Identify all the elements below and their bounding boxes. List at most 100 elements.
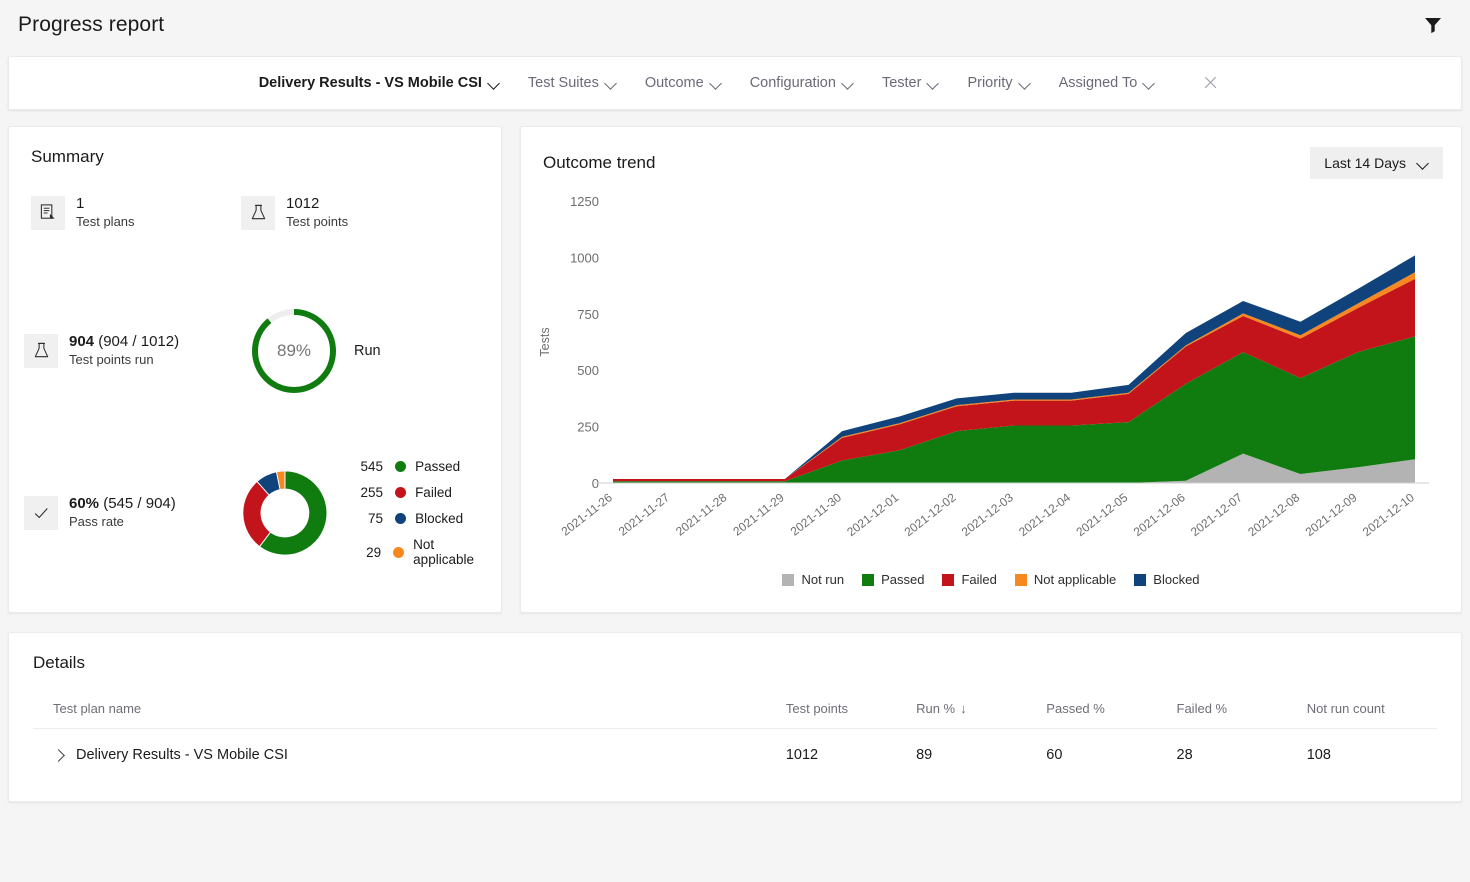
chevron-down-icon bbox=[843, 78, 854, 89]
legend-item-passed: 545 Passed bbox=[349, 459, 494, 474]
run-gauge: 89% bbox=[248, 305, 340, 397]
trend-legend-failed-swatch bbox=[942, 574, 954, 586]
column-header-test-points-label: Test points bbox=[786, 701, 848, 716]
filter-tester[interactable]: Tester bbox=[868, 69, 954, 97]
filter-tester-label: Tester bbox=[882, 75, 922, 91]
details-title: Details bbox=[33, 653, 1437, 673]
x-axis-tick-2021-12-03: 2021-12-03 bbox=[959, 490, 1016, 539]
chevron-right-icon[interactable] bbox=[53, 750, 64, 761]
filter-test-plan[interactable]: Delivery Results - VS Mobile CSI bbox=[245, 69, 514, 97]
close-icon[interactable] bbox=[1195, 68, 1225, 98]
x-axis-tick-2021-12-04: 2021-12-04 bbox=[1016, 490, 1073, 539]
page-header: Progress report bbox=[0, 0, 1470, 50]
chevron-down-icon bbox=[1144, 78, 1155, 89]
stat-test-points-label: Test points bbox=[286, 214, 348, 231]
run-gauge-label: Run bbox=[354, 343, 381, 359]
column-header-run-pct[interactable]: Run % ↓ bbox=[916, 695, 1046, 729]
cell-failed-pct: 28 bbox=[1177, 729, 1307, 772]
stat-test-plans-label: Test plans bbox=[76, 214, 135, 231]
column-header-test-points[interactable]: Test points bbox=[786, 695, 916, 729]
run-gauge-percent: 89% bbox=[248, 305, 340, 397]
chevron-down-icon bbox=[711, 78, 722, 89]
checkmark-icon bbox=[24, 496, 58, 530]
filter-configuration[interactable]: Configuration bbox=[736, 69, 868, 97]
stat-pass-rate-detail: (545 / 904) bbox=[103, 495, 176, 512]
filter-items: Delivery Results - VS Mobile CSI Test Su… bbox=[245, 68, 1226, 98]
stat-test-points-value: 1012 bbox=[286, 195, 348, 214]
legend-passed-swatch bbox=[395, 461, 406, 472]
column-header-test-plan-name-label: Test plan name bbox=[53, 701, 141, 716]
legend-blocked-label: Blocked bbox=[415, 511, 463, 526]
trend-legend-not-run[interactable]: Not run bbox=[782, 572, 844, 587]
filter-outcome[interactable]: Outcome bbox=[631, 69, 736, 97]
date-range-label: Last 14 Days bbox=[1324, 155, 1406, 171]
filter-test-suites[interactable]: Test Suites bbox=[514, 69, 631, 97]
x-axis-tick-2021-12-07: 2021-12-07 bbox=[1188, 490, 1245, 539]
cell-passed-pct: 60 bbox=[1046, 729, 1176, 772]
outcome-donut-group: 545 Passed 255 Failed 75 Blocked bbox=[239, 459, 494, 567]
column-header-test-plan-name[interactable]: Test plan name bbox=[33, 695, 786, 729]
cell-run-pct: 89 bbox=[916, 729, 1046, 772]
x-axis-tick-2021-11-28: 2021-11-28 bbox=[673, 490, 730, 538]
legend-passed-label: Passed bbox=[415, 459, 460, 474]
filter-assigned-to-label: Assigned To bbox=[1059, 75, 1138, 91]
trend-legend-blocked-label: Blocked bbox=[1153, 572, 1199, 587]
stat-test-points-run-number: 904 bbox=[69, 333, 94, 350]
cell-test-plan-name: Delivery Results - VS Mobile CSI bbox=[33, 729, 786, 772]
filter-priority[interactable]: Priority bbox=[953, 69, 1044, 97]
filter-bar: Delivery Results - VS Mobile CSI Test Su… bbox=[8, 56, 1462, 110]
trend-legend-passed[interactable]: Passed bbox=[862, 572, 924, 587]
table-row[interactable]: Delivery Results - VS Mobile CSI 1012 89… bbox=[33, 729, 1437, 772]
column-header-failed-pct[interactable]: Failed % bbox=[1177, 695, 1307, 729]
x-axis-tick-2021-12-02: 2021-12-02 bbox=[902, 490, 959, 539]
outcome-trend-chart: 025050075010001250Tests2021-11-262021-11… bbox=[521, 179, 1463, 579]
x-axis-tick-2021-11-26: 2021-11-26 bbox=[559, 490, 616, 538]
trend-legend-failed[interactable]: Failed bbox=[942, 572, 996, 587]
stat-test-plans: 1 Test plans bbox=[31, 195, 241, 231]
trend-legend-not-applicable[interactable]: Not applicable bbox=[1015, 572, 1116, 587]
filter-test-suites-label: Test Suites bbox=[528, 75, 599, 91]
trend-legend-blocked[interactable]: Blocked bbox=[1134, 572, 1199, 587]
stat-test-points-run-value: 904 (904 / 1012) bbox=[69, 333, 179, 352]
x-axis-tick-2021-11-27: 2021-11-27 bbox=[616, 490, 673, 538]
trend-legend-passed-swatch bbox=[862, 574, 874, 586]
column-header-passed-pct-label: Passed % bbox=[1046, 701, 1105, 716]
filter-assigned-to[interactable]: Assigned To bbox=[1045, 69, 1170, 97]
stat-pass-rate-number: 60% bbox=[69, 495, 99, 512]
flask-icon bbox=[241, 196, 275, 230]
legend-not-applicable-label: Not applicable bbox=[413, 537, 494, 567]
legend-not-applicable-count: 29 bbox=[349, 545, 381, 560]
column-header-run-pct-label: Run % bbox=[916, 701, 955, 716]
outcome-donut-legend: 545 Passed 255 Failed 75 Blocked bbox=[349, 459, 494, 567]
x-axis-tick-2021-12-01: 2021-12-01 bbox=[844, 490, 901, 539]
column-header-not-run-count[interactable]: Not run count bbox=[1307, 695, 1437, 729]
stat-test-points: 1012 Test points bbox=[241, 195, 348, 231]
row-name-group: Delivery Results - VS Mobile CSI bbox=[53, 747, 786, 763]
chevron-down-icon bbox=[489, 78, 500, 89]
trend-legend-passed-label: Passed bbox=[881, 572, 924, 587]
progress-report-page: Progress report Delivery Results - VS Mo… bbox=[0, 0, 1470, 882]
column-header-passed-pct[interactable]: Passed % bbox=[1046, 695, 1176, 729]
trend-legend-not-applicable-label: Not applicable bbox=[1034, 572, 1116, 587]
sort-descending-icon: ↓ bbox=[960, 701, 967, 716]
stat-pass-rate-value: 60% (545 / 904) bbox=[69, 495, 176, 514]
x-axis-tick-2021-11-29: 2021-11-29 bbox=[730, 490, 787, 538]
trend-legend-not-run-label: Not run bbox=[801, 572, 844, 587]
filter-funnel-glyph bbox=[1423, 15, 1443, 35]
y-axis-title: Tests bbox=[538, 327, 552, 356]
summary-row-run: 904 (904 / 1012) Test points run 89% bbox=[24, 305, 494, 397]
date-range-dropdown[interactable]: Last 14 Days bbox=[1310, 147, 1443, 179]
test-plan-glyph bbox=[39, 203, 58, 222]
stat-test-points-run-label: Test points run bbox=[69, 352, 179, 369]
trend-legend-blocked-swatch bbox=[1134, 574, 1146, 586]
run-gauge-group: 89% Run bbox=[248, 305, 381, 397]
filter-funnel-icon[interactable] bbox=[1418, 10, 1448, 40]
x-axis-tick-2021-12-05: 2021-12-05 bbox=[1073, 490, 1130, 539]
legend-item-not-applicable: 29 Not applicable bbox=[349, 537, 494, 567]
legend-item-failed: 255 Failed bbox=[349, 485, 494, 500]
y-axis-tick-500: 500 bbox=[577, 363, 599, 378]
outcome-trend-card: Outcome trend Last 14 Days 0250500750100… bbox=[520, 126, 1462, 613]
stat-test-plans-value: 1 bbox=[76, 195, 135, 214]
summary-inner: Summary 1 Test plans bbox=[9, 127, 501, 612]
stat-test-points-run: 904 (904 / 1012) Test points run bbox=[24, 333, 238, 369]
